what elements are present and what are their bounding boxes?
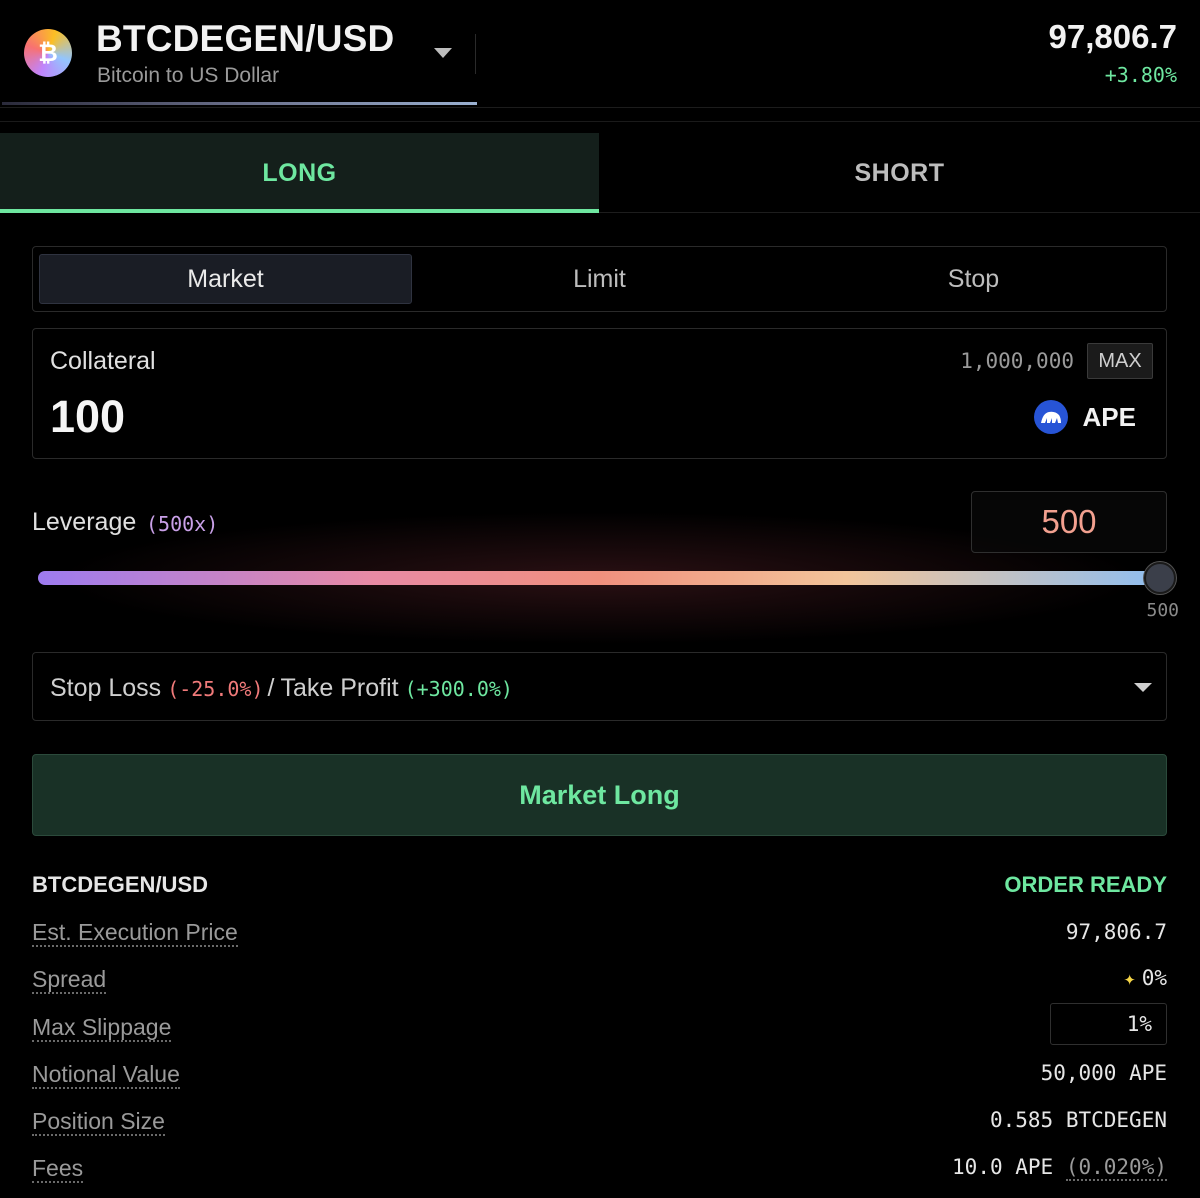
ape-glyph bbox=[1041, 411, 1061, 423]
max-slippage-input[interactable]: 1% bbox=[1050, 1003, 1167, 1045]
pair-title: BTCDEGEN/USD bbox=[96, 18, 395, 59]
leverage-input[interactable]: 500 bbox=[971, 491, 1167, 553]
chevron-down-icon[interactable] bbox=[434, 48, 452, 58]
exec-price-label[interactable]: Est. Execution Price bbox=[32, 919, 238, 947]
fees-percent[interactable]: (0.020%) bbox=[1065, 1155, 1167, 1181]
collateral-balance: 1,000,000 bbox=[960, 349, 1074, 373]
header-divider bbox=[475, 34, 476, 74]
tab-long[interactable]: LONG bbox=[0, 133, 599, 213]
order-type-market[interactable]: Market bbox=[39, 254, 412, 304]
position-size-label[interactable]: Position Size bbox=[32, 1108, 165, 1136]
pair-selector[interactable]: ₿ BTCDEGEN/USD Bitcoin to US Dollar bbox=[0, 0, 477, 106]
chevron-down-icon[interactable] bbox=[1134, 683, 1152, 692]
spread-label[interactable]: Spread bbox=[32, 966, 107, 994]
market-long-button[interactable]: Market Long bbox=[32, 754, 1167, 836]
notional-value: 50,000 APE bbox=[1040, 1061, 1167, 1085]
fees-value: 10.0 APE bbox=[952, 1155, 1054, 1179]
side-tabs: LONG SHORT bbox=[0, 133, 1200, 213]
market-header: ₿ BTCDEGEN/USD Bitcoin to US Dollar 97,8… bbox=[0, 0, 1200, 108]
leverage-tag: (500x) bbox=[146, 512, 219, 536]
stop-loss-label: Stop Loss bbox=[50, 674, 162, 702]
tab-short[interactable]: SHORT bbox=[600, 133, 1199, 213]
take-profit-value: (+300.0%) bbox=[404, 677, 513, 701]
collateral-panel: Collateral 1,000,000 MAX 100 APE bbox=[32, 328, 1167, 459]
collateral-label: Collateral bbox=[50, 347, 156, 375]
spread-value-row: ✦ 0% bbox=[1124, 966, 1167, 990]
current-price: 97,806.7 bbox=[1048, 18, 1177, 55]
bitcoin-icon: ₿ bbox=[24, 29, 72, 77]
max-button[interactable]: MAX bbox=[1087, 343, 1153, 379]
leverage-label: Leverage bbox=[32, 508, 137, 536]
position-size-value: 0.585 BTCDEGEN bbox=[989, 1108, 1167, 1132]
price-change: +3.80% bbox=[1104, 63, 1177, 87]
leverage-slider-max: 500 bbox=[1146, 600, 1179, 621]
bitcoin-symbol: ₿ bbox=[38, 38, 58, 67]
collateral-input[interactable]: 100 bbox=[50, 391, 125, 443]
fees-value-row: 10.0 APE (0.020%) bbox=[952, 1155, 1167, 1181]
pair-subtitle: Bitcoin to US Dollar bbox=[97, 64, 280, 87]
ape-icon bbox=[1034, 400, 1068, 434]
spread-value: 0% bbox=[1141, 966, 1167, 990]
header-separator bbox=[0, 121, 1200, 122]
leverage-slider[interactable] bbox=[38, 571, 1160, 585]
notional-label[interactable]: Notional Value bbox=[32, 1061, 180, 1089]
max-slippage-label[interactable]: Max Slippage bbox=[32, 1014, 172, 1042]
order-type-stop[interactable]: Stop bbox=[787, 254, 1160, 304]
leverage-slider-handle[interactable] bbox=[1144, 562, 1176, 594]
pair-underline bbox=[2, 102, 477, 105]
exec-price-value: 97,806.7 bbox=[1065, 920, 1167, 944]
sltp-dropdown[interactable]: Stop Loss (-25.0%) / Take Profit (+300.0… bbox=[32, 652, 1167, 721]
order-status: ORDER READY bbox=[1004, 872, 1167, 897]
sparkle-icon: ✦ bbox=[1123, 966, 1136, 990]
order-type-selector: Market Limit Stop bbox=[32, 246, 1167, 312]
fees-label[interactable]: Fees bbox=[32, 1155, 84, 1183]
sltp-separator: / bbox=[267, 674, 275, 702]
order-type-limit[interactable]: Limit bbox=[413, 254, 786, 304]
stop-loss-value: (-25.0%) bbox=[167, 677, 264, 701]
summary-pair: BTCDEGEN/USD bbox=[32, 872, 209, 897]
sltp-summary: Stop Loss (-25.0%) / Take Profit (+300.0… bbox=[50, 674, 513, 703]
take-profit-label: Take Profit bbox=[280, 674, 399, 702]
collateral-token[interactable]: APE bbox=[1083, 402, 1136, 433]
